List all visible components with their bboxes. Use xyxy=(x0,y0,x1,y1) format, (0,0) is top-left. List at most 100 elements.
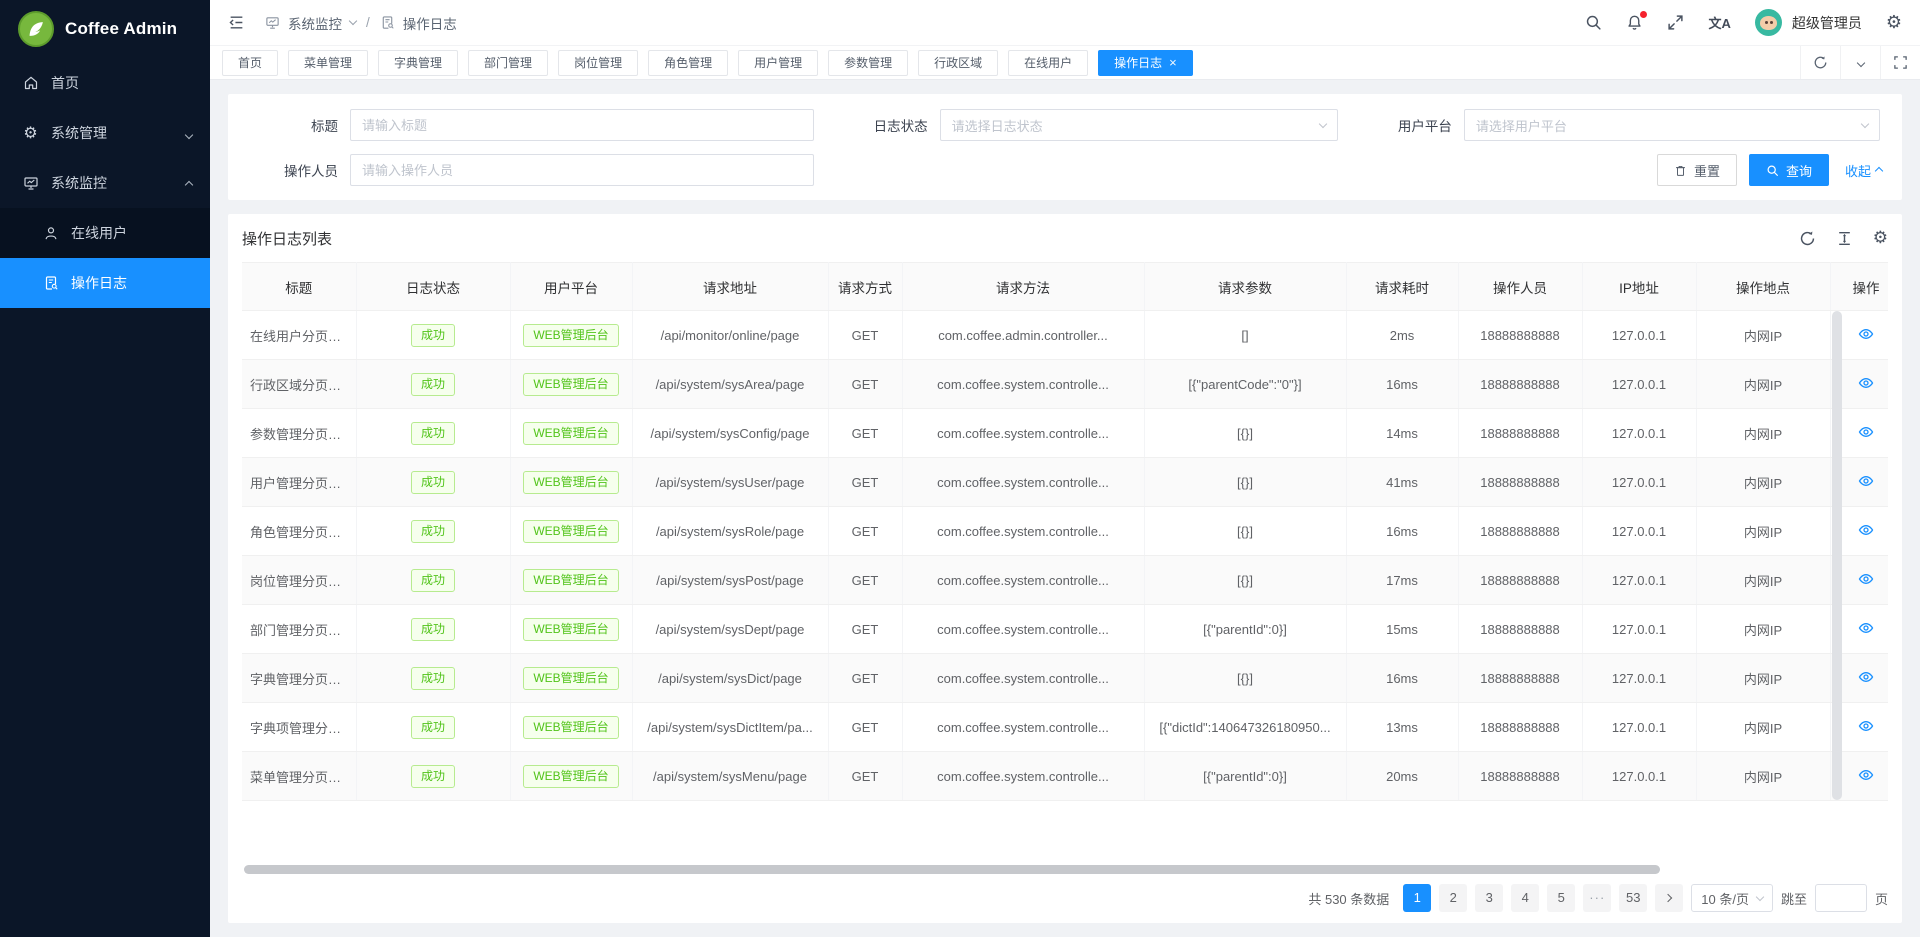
action-cell xyxy=(1844,360,1888,409)
page-size-select[interactable]: 10 条/页 xyxy=(1691,884,1773,912)
status-cell: 成功 xyxy=(356,409,510,458)
breadcrumb-parent[interactable]: 系统监控 xyxy=(288,13,342,33)
operator-input-wrap xyxy=(350,154,814,186)
sidebar-item-system-mgmt[interactable]: ⚙ 系统管理 xyxy=(0,108,210,158)
tab-item[interactable]: 参数管理 xyxy=(828,50,908,76)
tab-item[interactable]: 角色管理 xyxy=(648,50,728,76)
tab-item[interactable]: 部门管理 xyxy=(468,50,548,76)
operator-cell: 18888888888 xyxy=(1458,605,1582,654)
topbar: 系统监控 / 操作日志 文A xyxy=(210,0,1920,45)
avatar[interactable] xyxy=(1755,9,1782,36)
close-icon[interactable]: × xyxy=(1169,56,1177,69)
table-settings-gear-icon[interactable]: ⚙ xyxy=(1873,230,1888,247)
page-number[interactable]: 53 xyxy=(1619,884,1647,912)
view-icon[interactable] xyxy=(1858,620,1874,636)
view-icon[interactable] xyxy=(1858,718,1874,734)
table-row: 字典管理分页查询成功WEB管理后台/api/system/sysDict/pag… xyxy=(242,654,1888,703)
refresh-icon[interactable] xyxy=(1800,46,1840,79)
status-cell: 成功 xyxy=(356,311,510,360)
ip-cell: 127.0.0.1 xyxy=(1582,703,1696,752)
translate-icon[interactable]: 文A xyxy=(1708,13,1730,32)
sidebar-collapse-icon[interactable] xyxy=(228,14,245,31)
view-icon[interactable] xyxy=(1858,375,1874,391)
collapse-label: 收起 xyxy=(1845,161,1871,180)
title-input[interactable] xyxy=(362,118,802,133)
notification-bell-icon[interactable] xyxy=(1626,14,1643,31)
search-icon[interactable] xyxy=(1585,14,1602,31)
title-cell: 参数管理分页查询 xyxy=(242,409,356,458)
tab-item[interactable]: 菜单管理 xyxy=(288,50,368,76)
log-icon xyxy=(380,15,395,30)
platform-tag: WEB管理后台 xyxy=(523,520,618,543)
tab-active[interactable]: 操作日志× xyxy=(1098,50,1193,76)
reset-button[interactable]: 重置 xyxy=(1657,154,1737,186)
sidebar-item-home[interactable]: 首页 xyxy=(0,58,210,108)
location-cell: 内网IP xyxy=(1696,409,1830,458)
handler-cell: com.coffee.admin.controller... xyxy=(902,311,1144,360)
action-cell xyxy=(1844,409,1888,458)
column-header: 请求地址 xyxy=(632,263,828,311)
jump-page-input[interactable] xyxy=(1815,884,1867,912)
fullscreen-icon[interactable] xyxy=(1667,14,1684,31)
horizontal-scrollbar-track xyxy=(242,865,1888,875)
status-select[interactable]: 请选择日志状态 xyxy=(940,109,1338,141)
page-ellipsis[interactable]: ··· xyxy=(1583,884,1611,912)
column-header: 操作人员 xyxy=(1458,263,1582,311)
view-icon[interactable] xyxy=(1858,473,1874,489)
view-icon[interactable] xyxy=(1858,424,1874,440)
tab-list: 首页菜单管理字典管理部门管理岗位管理角色管理用户管理 参数管理 行政区域 在线用户 操作… xyxy=(222,50,1800,76)
view-icon[interactable] xyxy=(1858,522,1874,538)
tab-label: 参数管理 xyxy=(844,54,892,71)
collapse-filters-link[interactable]: 收起 xyxy=(1845,161,1882,180)
platform-select[interactable]: 请选择用户平台 xyxy=(1464,109,1880,141)
platform-cell: WEB管理后台 xyxy=(510,458,632,507)
title-label: 标题 xyxy=(246,115,350,135)
filter-actions: 重置 查询 收起 xyxy=(836,154,1884,186)
view-icon[interactable] xyxy=(1858,669,1874,685)
jump-prefix: 跳至 xyxy=(1781,889,1807,908)
platform-tag: WEB管理后台 xyxy=(523,667,618,690)
vertical-scrollbar[interactable] xyxy=(1832,311,1842,800)
tab-item[interactable]: 在线用户 xyxy=(1008,50,1088,76)
view-icon[interactable] xyxy=(1858,571,1874,587)
status-cell: 成功 xyxy=(356,507,510,556)
maximize-icon[interactable] xyxy=(1880,46,1920,79)
tab-item[interactable]: 行政区域 xyxy=(918,50,998,76)
params-cell: [{"dictId":140647326180950... xyxy=(1144,703,1346,752)
method-cell: GET xyxy=(828,360,902,409)
tab-item[interactable]: 用户管理 xyxy=(738,50,818,76)
page-number[interactable]: 1 xyxy=(1403,884,1431,912)
gear-icon: ⚙ xyxy=(22,125,39,142)
sidebar-item-online-users[interactable]: 在线用户 xyxy=(0,208,210,258)
column-header: 用户平台 xyxy=(510,263,632,311)
topbar-actions: 文A 超级管理员 ⚙ xyxy=(1585,9,1902,36)
handler-cell: com.coffee.system.controlle... xyxy=(902,360,1144,409)
view-icon[interactable] xyxy=(1858,767,1874,783)
method-cell: GET xyxy=(828,556,902,605)
column-height-icon[interactable] xyxy=(1836,230,1853,247)
duration-cell: 17ms xyxy=(1346,556,1458,605)
tab-item[interactable]: 字典管理 xyxy=(378,50,458,76)
tab-label: 在线用户 xyxy=(1024,54,1072,71)
page-number[interactable]: 5 xyxy=(1547,884,1575,912)
username[interactable]: 超级管理员 xyxy=(1792,13,1862,33)
next-page-button[interactable] xyxy=(1655,884,1683,912)
tab-item[interactable]: 岗位管理 xyxy=(558,50,638,76)
page-number[interactable]: 3 xyxy=(1475,884,1503,912)
method-cell: GET xyxy=(828,507,902,556)
chevron-up-icon xyxy=(1875,167,1883,175)
tab-item[interactable]: 首页 xyxy=(222,50,278,76)
search-button[interactable]: 查询 xyxy=(1749,154,1829,186)
page-number[interactable]: 2 xyxy=(1439,884,1467,912)
chevron-down-icon[interactable] xyxy=(1840,46,1880,79)
sidebar-item-op-logs[interactable]: 操作日志 xyxy=(0,258,210,308)
sidebar-item-system-monitor[interactable]: 系统监控 xyxy=(0,158,210,208)
horizontal-scrollbar-thumb[interactable] xyxy=(244,865,1660,874)
table-row: 参数管理分页查询成功WEB管理后台/api/system/sysConfig/p… xyxy=(242,409,1888,458)
settings-gear-icon[interactable]: ⚙ xyxy=(1886,14,1902,32)
refresh-icon[interactable] xyxy=(1799,230,1816,247)
search-icon xyxy=(1766,164,1779,177)
view-icon[interactable] xyxy=(1858,326,1874,342)
page-number[interactable]: 4 xyxy=(1511,884,1539,912)
operator-input[interactable] xyxy=(362,163,802,178)
